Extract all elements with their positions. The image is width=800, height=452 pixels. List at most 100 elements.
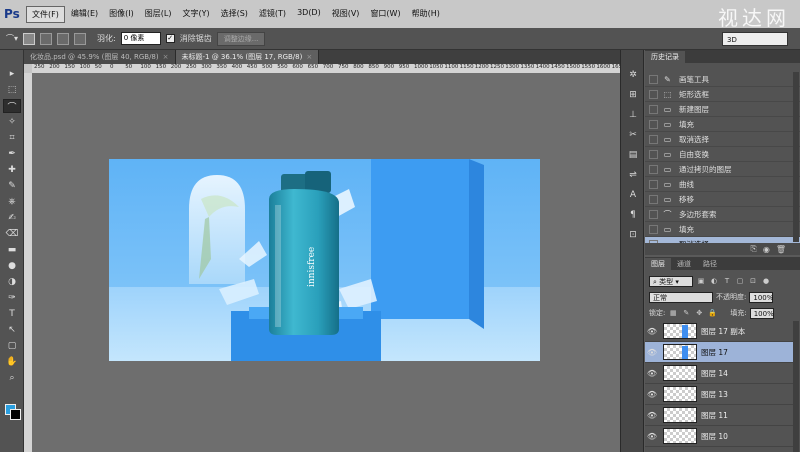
trash-icon[interactable]: 🗑: [776, 245, 786, 254]
history-source-checkbox[interactable]: [649, 224, 658, 234]
intersect-selection-icon[interactable]: [74, 32, 87, 45]
layer-row[interactable]: 👁 图层 10: [645, 426, 793, 447]
blur-icon[interactable]: ●: [3, 259, 21, 273]
menu-item-5[interactable]: 选择(S): [216, 6, 253, 23]
lasso-icon[interactable]: ⌒: [3, 99, 21, 113]
document-tab-0[interactable]: 化妆品.psd @ 45.9% (图层 40, RGB/8) ×: [24, 50, 176, 64]
antialias-checkbox[interactable]: ✓: [165, 34, 175, 43]
blend-mode-select[interactable]: 正常: [649, 291, 713, 303]
menu-item-6[interactable]: 滤镜(T): [254, 6, 291, 23]
filter-shape-icon[interactable]: ▢: [735, 276, 745, 286]
history-source-checkbox[interactable]: [649, 119, 658, 129]
new-document-from-state-icon[interactable]: ⎘: [750, 244, 756, 254]
lock-all-icon[interactable]: 🔒: [707, 308, 717, 318]
history-item[interactable]: ✎ 画笔工具: [645, 72, 800, 87]
history-source-checkbox[interactable]: [649, 104, 658, 114]
healing-icon[interactable]: ✚: [3, 163, 21, 177]
history-source-checkbox[interactable]: [649, 74, 658, 84]
crop-icon[interactable]: ⌗: [3, 131, 21, 145]
path-select-icon[interactable]: ↖: [3, 323, 21, 337]
navigator-icon[interactable]: ✲: [625, 68, 641, 82]
menu-item-2[interactable]: 图像(I): [104, 6, 139, 23]
history-item[interactable]: ▭ 自由变换: [645, 147, 800, 162]
eraser-icon[interactable]: ⌫: [3, 227, 21, 241]
filter-type-icon[interactable]: T: [722, 276, 732, 286]
menu-item-7[interactable]: 3D(D): [292, 6, 326, 23]
visibility-eye-icon[interactable]: 👁: [645, 369, 659, 378]
fill-input[interactable]: 100%: [749, 307, 774, 319]
marquee-icon[interactable]: ⬚: [3, 83, 21, 97]
lock-transparent-icon[interactable]: ▦: [668, 308, 678, 318]
layers-scrollbar[interactable]: [793, 321, 799, 452]
snapshot-icon[interactable]: ◉: [763, 245, 770, 254]
type-icon[interactable]: T: [3, 307, 21, 321]
brush-panel-icon[interactable]: ▤: [625, 148, 641, 162]
history-tab-0[interactable]: 历史记录: [645, 51, 685, 63]
add-selection-icon[interactable]: [40, 32, 53, 45]
history-scrollbar[interactable]: [793, 72, 799, 242]
menu-item-9[interactable]: 窗口(W): [365, 6, 405, 23]
filter-adjust-icon[interactable]: ◐: [709, 276, 719, 286]
history-brush-icon[interactable]: ✍: [3, 211, 21, 225]
stamp-icon[interactable]: ⎈: [3, 195, 21, 209]
layer-row[interactable]: 👁 图层 17 副本: [645, 321, 793, 342]
background-color-swatch[interactable]: [10, 409, 21, 420]
pen-icon[interactable]: ✑: [3, 291, 21, 305]
dodge-icon[interactable]: ◑: [3, 275, 21, 289]
history-source-checkbox[interactable]: [649, 134, 658, 144]
quick-select-icon[interactable]: ✧: [3, 115, 21, 129]
adjustments-icon[interactable]: ⊥: [625, 108, 641, 122]
workspace-select[interactable]: 3D: [722, 32, 788, 46]
menu-item-8[interactable]: 视图(V): [327, 6, 365, 23]
history-source-checkbox[interactable]: [649, 179, 658, 189]
eyedropper-icon[interactable]: ✒: [3, 147, 21, 161]
refine-edge-button[interactable]: 调整边缘...: [216, 31, 266, 46]
subtract-selection-icon[interactable]: [57, 32, 70, 45]
layer-row[interactable]: 👁 图层 11: [645, 405, 793, 426]
tool-presets-icon[interactable]: ✂: [625, 128, 641, 142]
hand-icon[interactable]: ✋: [3, 355, 21, 369]
clone-source-icon[interactable]: ⊡: [625, 228, 641, 242]
lasso-tool-icon[interactable]: ⌒▾: [6, 33, 18, 44]
history-item[interactable]: ⬚ 矩形选框: [645, 87, 800, 102]
menu-item-1[interactable]: 编辑(E): [66, 6, 103, 23]
history-source-checkbox[interactable]: [649, 89, 658, 99]
history-source-checkbox[interactable]: [649, 209, 658, 219]
brush-icon[interactable]: ✎: [3, 179, 21, 193]
close-icon[interactable]: ×: [163, 53, 169, 61]
lock-image-icon[interactable]: ✎: [681, 308, 691, 318]
history-panel-icon[interactable]: ⊞: [625, 88, 641, 102]
history-item[interactable]: ▭ 移移: [645, 192, 800, 207]
layers-tab-0[interactable]: 图层: [645, 258, 671, 270]
history-item[interactable]: ▭ 填充: [645, 222, 800, 237]
visibility-eye-icon[interactable]: 👁: [645, 327, 659, 336]
visibility-eye-icon[interactable]: 👁: [645, 432, 659, 441]
layer-filter-select[interactable]: ⌕ 类型 ▾: [649, 275, 693, 287]
layers-tab-1[interactable]: 通道: [671, 258, 697, 270]
lock-position-icon[interactable]: ✥: [694, 308, 704, 318]
filter-pixel-icon[interactable]: ▣: [696, 276, 706, 286]
history-item[interactable]: ▭ 填充: [645, 117, 800, 132]
layers-tab-2[interactable]: 路径: [697, 258, 723, 270]
history-source-checkbox[interactable]: [649, 164, 658, 174]
layer-row[interactable]: 👁 图层 17: [645, 342, 793, 363]
history-item[interactable]: ▭ 取消选择: [645, 132, 800, 147]
menu-item-10[interactable]: 帮助(H): [407, 6, 445, 23]
visibility-eye-icon[interactable]: 👁: [645, 348, 659, 357]
menu-item-3[interactable]: 图层(L): [140, 6, 177, 23]
history-item[interactable]: ▭ 通过拷贝的图层: [645, 162, 800, 177]
character-icon[interactable]: A: [625, 188, 641, 202]
layer-row[interactable]: 👁 图层 13: [645, 384, 793, 405]
sliders-icon[interactable]: ⇌: [625, 168, 641, 182]
shape-icon[interactable]: ▢: [3, 339, 21, 353]
feather-input[interactable]: 0 像素: [120, 32, 161, 45]
visibility-eye-icon[interactable]: 👁: [645, 390, 659, 399]
paragraph-icon[interactable]: ¶: [625, 208, 641, 222]
history-item[interactable]: ▭ 曲线: [645, 177, 800, 192]
menu-item-4[interactable]: 文字(Y): [177, 6, 214, 23]
document-tab-1[interactable]: 未标题-1 @ 36.1% (图层 17, RGB/8) ×: [175, 50, 320, 64]
close-icon[interactable]: ×: [306, 53, 312, 61]
history-item[interactable]: ▭ 新建图层: [645, 102, 800, 117]
menu-item-0[interactable]: 文件(F): [26, 5, 65, 23]
visibility-eye-icon[interactable]: 👁: [645, 411, 659, 420]
